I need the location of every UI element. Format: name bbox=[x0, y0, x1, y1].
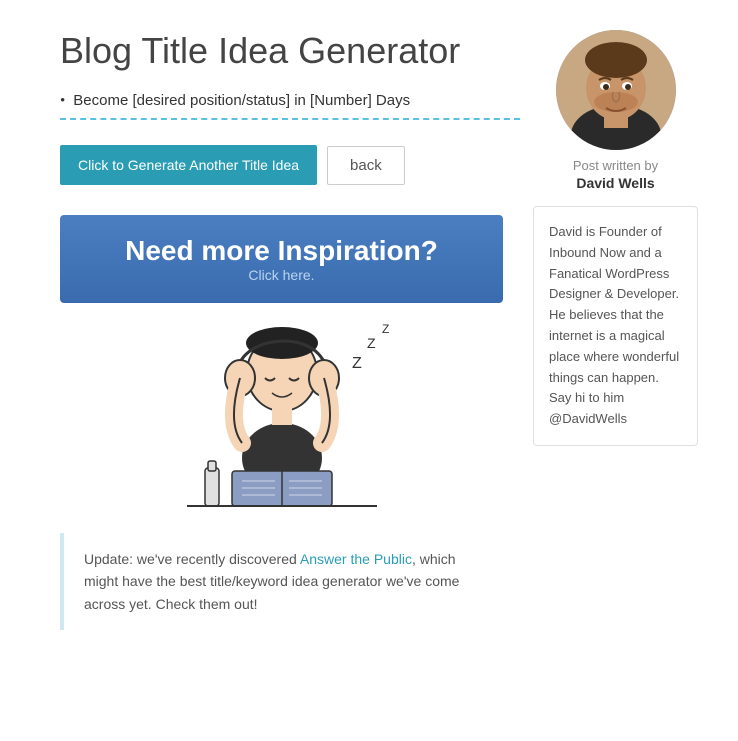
author-photo bbox=[556, 30, 676, 150]
update-prefix: Update: we've recently discovered bbox=[84, 551, 300, 567]
action-buttons: Click to Generate Another Title Idea bac… bbox=[60, 145, 503, 185]
page-title: Blog Title Idea Generator bbox=[60, 30, 503, 72]
inspiration-main-text: Need more Inspiration? bbox=[80, 235, 483, 267]
author-photo-wrapper bbox=[533, 30, 698, 150]
author-name: David Wells bbox=[533, 175, 698, 191]
title-divider bbox=[60, 118, 520, 120]
inspiration-sub-text: Click here. bbox=[80, 267, 483, 283]
author-bio-text: David is Founder of Inbound Now and a Fa… bbox=[549, 224, 679, 426]
title-example-row: • Become [desired position/status] in [N… bbox=[60, 92, 503, 110]
illustration-area: Z Z Z bbox=[60, 303, 503, 533]
author-bio-box: David is Founder of Inbound Now and a Fa… bbox=[533, 206, 698, 446]
svg-text:Z: Z bbox=[367, 335, 376, 351]
inspiration-banner[interactable]: Need more Inspiration? Click here. bbox=[60, 215, 503, 303]
bullet-icon: • bbox=[60, 93, 65, 110]
svg-text:Z: Z bbox=[382, 322, 389, 336]
answer-the-public-link[interactable]: Answer the Public bbox=[300, 551, 412, 567]
generate-button[interactable]: Click to Generate Another Title Idea bbox=[60, 145, 317, 185]
sidebar: Post written by David Wells David is Fou… bbox=[533, 30, 698, 630]
sleeping-figure-illustration: Z Z Z bbox=[157, 313, 407, 513]
post-written-by-label: Post written by bbox=[533, 158, 698, 173]
back-button[interactable]: back bbox=[327, 146, 405, 185]
svg-text:Z: Z bbox=[352, 355, 362, 372]
title-example-text: Become [desired position/status] in [Num… bbox=[73, 92, 410, 109]
update-box: Update: we've recently discovered Answer… bbox=[60, 533, 503, 630]
main-content: Blog Title Idea Generator • Become [desi… bbox=[60, 30, 503, 630]
